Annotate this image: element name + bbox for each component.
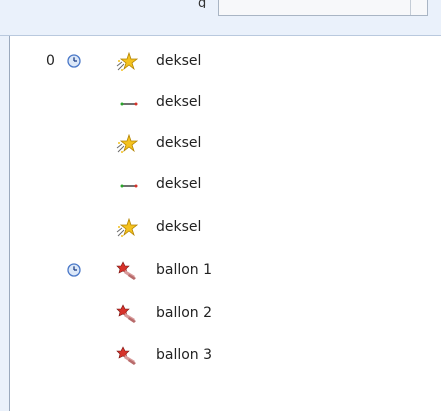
star-emphasis-icon xyxy=(116,304,136,323)
animation-label: deksel xyxy=(156,219,202,235)
animation-item[interactable]: ballon 3 xyxy=(10,344,430,368)
animation-item[interactable]: ballon 2 xyxy=(10,302,430,326)
sparkle-entrance-icon xyxy=(116,134,138,153)
animation-index: 0 xyxy=(46,53,55,69)
clock-icon xyxy=(67,54,81,68)
animation-item[interactable]: deksel xyxy=(10,173,430,197)
sparkle-entrance-icon xyxy=(116,52,138,71)
motion-path-line-icon xyxy=(120,184,138,188)
dropdown-box[interactable] xyxy=(218,0,428,16)
dropdown-divider xyxy=(410,0,411,15)
animation-item[interactable]: deksel xyxy=(10,216,430,240)
star-emphasis-icon xyxy=(116,261,136,280)
animation-label: deksel xyxy=(156,94,202,110)
animation-pane: 0 deksel deksel deksel deksel deksel bal… xyxy=(0,36,441,411)
sparkle-entrance-icon xyxy=(116,218,138,237)
pane-left-margin xyxy=(0,36,9,411)
animation-label: ballon 2 xyxy=(156,305,213,321)
animation-item[interactable]: deksel xyxy=(10,91,430,115)
animation-label: deksel xyxy=(156,53,202,69)
clock-icon xyxy=(67,263,81,277)
animation-label: deksel xyxy=(156,176,202,192)
star-emphasis-icon xyxy=(116,346,136,365)
animation-label: deksel xyxy=(156,135,202,151)
motion-path-line-icon xyxy=(120,102,138,106)
window-title-fragment: g xyxy=(198,0,207,8)
animation-item[interactable]: ballon 1 xyxy=(10,259,430,283)
animation-item[interactable]: deksel xyxy=(10,132,430,156)
animation-label: ballon 3 xyxy=(156,347,213,363)
toolbar-area: g xyxy=(0,0,441,36)
animation-item[interactable]: 0 deksel xyxy=(10,50,430,74)
animation-label: ballon 1 xyxy=(156,262,213,278)
